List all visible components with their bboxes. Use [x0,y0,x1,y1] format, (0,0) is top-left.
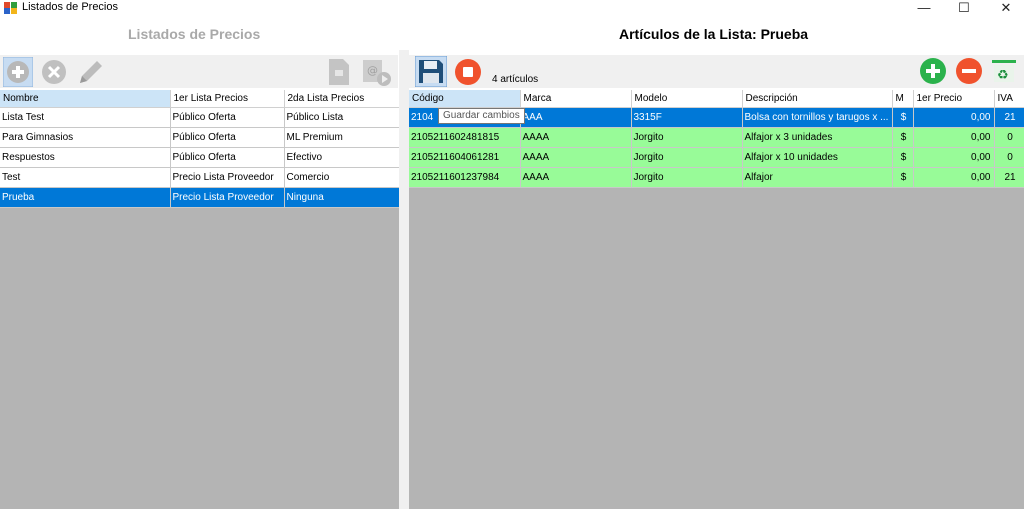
cell-moneda: $ [892,107,914,128]
cell-nombre: Prueba [0,187,171,208]
col-header-1er-lista[interactable]: 1er Lista Precios [170,90,285,108]
item-count: 4 artículos [492,74,539,85]
cell-nombre: Lista Test [0,107,171,128]
plus-icon[interactable] [919,57,947,85]
close-button[interactable]: ✕ [988,0,1024,18]
cell-codigo: 2105211601237984 [409,167,521,188]
cell-iva: 21 [994,167,1024,188]
table-row-selected[interactable]: Prueba Precio Lista Proveedor Ninguna [0,187,400,208]
cell-2da-lista: ML Premium [284,127,400,148]
cell-modelo: Jorgito [631,127,743,148]
cell-marca: AAA [520,107,632,128]
cell-nombre: Respuestos [0,147,171,168]
title-bar: Listados de Precios — ☐ ✕ [0,0,1024,18]
table-row[interactable]: Para Gimnasios Público Oferta ML Premium [0,127,400,148]
col-header-codigo[interactable]: Código [409,90,521,108]
app-icon [4,2,17,14]
table-row[interactable]: 2105211601237984 AAAA Jorgito Alfajor $ … [409,167,1024,188]
cell-codigo: 2105211602481815 [409,127,521,148]
cell-marca: AAAA [520,167,632,188]
maximize-button[interactable]: ☐ [946,0,982,18]
cell-nombre: Para Gimnasios [0,127,171,148]
col-header-iva[interactable]: IVA [994,90,1024,108]
minimize-button[interactable]: — [906,0,942,18]
col-header-1er-precio[interactable]: 1er Precio [913,90,995,108]
cell-1er-precio: 0,00 [913,147,995,168]
col-header-marca[interactable]: Marca [520,90,632,108]
cell-codigo: 2105211604061281 [409,147,521,168]
cell-1er-lista: Público Oferta [170,127,285,148]
table-row[interactable]: Test Precio Lista Proveedor Comercio [0,167,400,188]
cell-descripcion: Alfajor x 10 unidades [742,147,893,168]
cell-modelo: Jorgito [631,147,743,168]
recycle-icon[interactable]: ♻ [991,58,1017,84]
col-header-modelo[interactable]: Modelo [631,90,743,108]
right-toolbar: 4 artículos ♻ [408,55,1024,88]
email-icon[interactable]: @ [360,57,392,87]
edit-icon[interactable] [76,57,106,87]
col-header-descripcion[interactable]: Descripción [742,90,893,108]
left-panel-title: Listados de Precios [128,26,261,42]
delete-icon[interactable] [40,58,68,86]
cell-1er-lista: Público Oferta [170,107,285,128]
col-header-nombre[interactable]: Nombre [0,90,171,108]
cell-iva: 0 [994,147,1024,168]
table-row[interactable]: Respuestos Público Oferta Efectivo [0,147,400,168]
minus-icon[interactable] [955,57,983,85]
cell-2da-lista: Público Lista [284,107,400,128]
splitter[interactable] [399,50,409,509]
cell-descripcion: Bolsa con tornillos y tarugos x ... [742,107,893,128]
table-row[interactable]: Lista Test Público Oferta Público Lista [0,107,400,128]
stop-icon[interactable] [453,57,483,87]
cell-1er-lista: Precio Lista Proveedor [170,167,285,188]
col-header-2da-lista[interactable]: 2da Lista Precios [284,90,400,108]
save-tooltip: Guardar cambios [438,108,525,124]
cell-moneda: $ [892,147,914,168]
cell-1er-precio: 0,00 [913,167,995,188]
left-toolbar: @ [0,55,398,88]
cell-descripcion: Alfajor x 3 unidades [742,127,893,148]
cell-1er-lista: Precio Lista Proveedor [170,187,285,208]
document-icon[interactable] [327,58,351,86]
cell-2da-lista: Efectivo [284,147,400,168]
cell-iva: 21 [994,107,1024,128]
cell-descripcion: Alfajor [742,167,893,188]
col-header-moneda[interactable]: M [892,90,914,108]
window-title: Listados de Precios [22,1,118,13]
table-row[interactable]: 2105211602481815 AAAA Jorgito Alfajor x … [409,127,1024,148]
cell-1er-precio: 0,00 [913,127,995,148]
table-row[interactable]: 2105211604061281 AAAA Jorgito Alfajor x … [409,147,1024,168]
cell-iva: 0 [994,127,1024,148]
add-icon[interactable] [3,57,33,87]
cell-2da-lista: Comercio [284,167,400,188]
cell-1er-lista: Público Oferta [170,147,285,168]
svg-text:♻: ♻ [997,68,1009,83]
cell-marca: AAAA [520,127,632,148]
price-lists-grid: Nombre 1er Lista Precios 2da Lista Preci… [0,90,400,509]
cell-marca: AAAA [520,147,632,168]
cell-2da-lista: Ninguna [284,187,400,208]
cell-modelo: 3315F [631,107,743,128]
cell-modelo: Jorgito [631,167,743,188]
articles-grid: Código Marca Modelo Descripción M 1er Pr… [409,90,1024,509]
right-panel-title: Artículos de la Lista: Prueba [619,26,809,42]
cell-nombre: Test [0,167,171,188]
svg-text:@: @ [367,64,378,77]
cell-moneda: $ [892,167,914,188]
save-icon[interactable] [415,56,447,87]
cell-1er-precio: 0,00 [913,107,995,128]
cell-moneda: $ [892,127,914,148]
